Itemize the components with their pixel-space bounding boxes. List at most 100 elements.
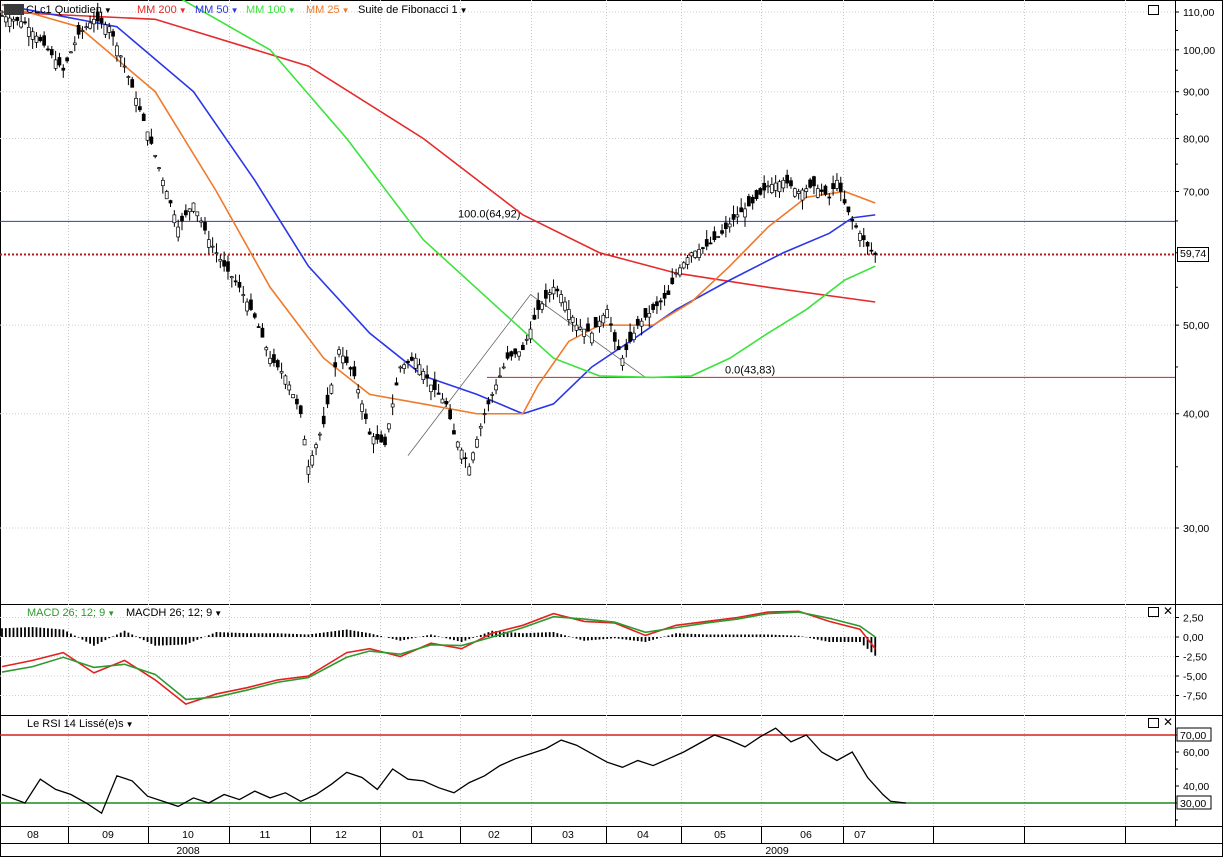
candle-body <box>475 439 479 448</box>
candle-body <box>172 214 177 224</box>
price-tick-label: 30,00 <box>1183 523 1209 535</box>
candle-body <box>252 313 257 318</box>
candle-body <box>616 346 621 351</box>
candle-body <box>375 434 380 440</box>
candle-body <box>34 35 39 43</box>
price-tick-label: 70,00 <box>1183 187 1209 199</box>
candle-body <box>337 349 341 355</box>
candle-body <box>149 136 154 144</box>
candle-body <box>452 430 456 435</box>
candle-body <box>409 356 414 361</box>
candle-body <box>30 31 35 40</box>
candle-body <box>364 413 368 420</box>
candle-body <box>854 225 858 228</box>
price-tick-label: 110,00 <box>1183 7 1214 19</box>
macdh-menu[interactable]: MACDH 26; 12; 9 ▼ <box>126 607 222 620</box>
candle-body <box>103 24 108 35</box>
candle-body <box>157 167 161 169</box>
candle-body <box>563 301 567 311</box>
candle-body <box>858 232 862 241</box>
dropdown-arrow-icon: ▼ <box>230 6 239 15</box>
candle-body <box>869 249 874 252</box>
candle-body <box>398 366 403 369</box>
candle-body <box>639 320 644 327</box>
candle-body <box>547 292 552 295</box>
candle-body <box>69 51 73 54</box>
candle-body <box>256 326 261 328</box>
macd-tick-label: -7,50 <box>1183 691 1207 703</box>
candle-body <box>536 300 541 310</box>
moving-average-line <box>1 11 876 303</box>
candle-body <box>785 174 790 184</box>
candle-body <box>406 360 410 363</box>
month-tick-label: 09 <box>102 829 114 841</box>
candle-body <box>827 196 832 199</box>
maximize-icon[interactable] <box>1148 718 1159 728</box>
indicator-menu-mm25[interactable]: MM 25 ▼ <box>306 4 350 17</box>
candle-body <box>685 257 690 265</box>
candle-body <box>570 316 575 323</box>
candle-body <box>352 366 357 377</box>
candle-body <box>287 384 292 391</box>
trading-chart: 08 09 10 11 12 01 02 03 04 05 06 07 2008 2009 110,00 10… <box>0 0 1223 857</box>
price-tick-label: 90,00 <box>1183 87 1209 99</box>
maximize-icon[interactable] <box>1148 607 1159 617</box>
candle-body <box>808 179 812 188</box>
candle-body <box>463 457 468 460</box>
candle-body <box>681 262 686 269</box>
symbol-menu[interactable]: CLc1 Quotidien ▼ <box>26 4 112 17</box>
candle-body <box>53 59 58 69</box>
candle-body <box>804 188 809 192</box>
month-tick-label: 02 <box>488 829 500 841</box>
candle-body <box>693 250 698 258</box>
candle-body <box>429 384 433 393</box>
dropdown-arrow-icon: ▼ <box>214 609 223 618</box>
candle-body <box>394 382 399 386</box>
rsi-menu[interactable]: Le RSI 14 Lissé(e)s ▼ <box>27 718 134 731</box>
indicator-menu-mm50[interactable]: MM 50 ▼ <box>195 4 239 17</box>
candle-body <box>291 394 295 399</box>
candle-body <box>720 230 724 234</box>
candle-body <box>233 280 238 283</box>
indicator-menu-fibonacci[interactable]: Suite de Fibonacci 1 ▼ <box>358 4 468 17</box>
candle-body <box>605 309 609 319</box>
candle-body <box>99 17 104 24</box>
candle-body <box>432 379 437 391</box>
macd-series-line <box>1 610 876 705</box>
symbol-label: CLc1 <box>26 4 52 16</box>
candle-body <box>486 400 491 405</box>
candle-body <box>789 180 793 187</box>
candle-body <box>321 415 326 425</box>
candle-body <box>367 431 372 435</box>
rsi-tick-label: 70,00 <box>1180 730 1206 742</box>
candle-body <box>551 286 556 295</box>
fibonacci-level-label: 100.0(64,92) <box>458 208 520 220</box>
candle-body <box>655 301 659 307</box>
candle-body <box>823 185 828 195</box>
candle-body <box>49 49 54 56</box>
candle-body <box>80 30 85 32</box>
month-tick-label: 06 <box>800 829 812 841</box>
month-tick-label: 12 <box>335 829 347 841</box>
indicator-menu-mm100[interactable]: MM 100 ▼ <box>246 4 296 17</box>
candle-body <box>540 303 544 310</box>
macd-tick-label: 2,50 <box>1183 613 1204 625</box>
macd-menu[interactable]: MACD 26; 12; 9 ▼ <box>27 607 115 620</box>
candle-body <box>195 211 200 217</box>
candle-body <box>716 236 721 238</box>
candle-body <box>769 184 774 193</box>
candle-body <box>138 106 142 111</box>
candle-body <box>632 332 636 341</box>
close-icon[interactable]: ✕ <box>1163 605 1173 617</box>
candle-body <box>819 189 824 192</box>
indicator-menu-mm200[interactable]: MM 200 ▼ <box>137 4 187 17</box>
candle-body <box>203 221 207 231</box>
candle-body <box>861 235 866 241</box>
indicator-label: MM 200 <box>137 4 177 16</box>
candle-body <box>386 423 391 430</box>
close-icon[interactable]: ✕ <box>1163 716 1173 728</box>
last-price-tag: 59,74 <box>1177 247 1210 262</box>
fibonacci-construction-line <box>407 294 646 456</box>
maximize-icon[interactable] <box>1148 5 1159 15</box>
candle-body <box>842 199 847 204</box>
